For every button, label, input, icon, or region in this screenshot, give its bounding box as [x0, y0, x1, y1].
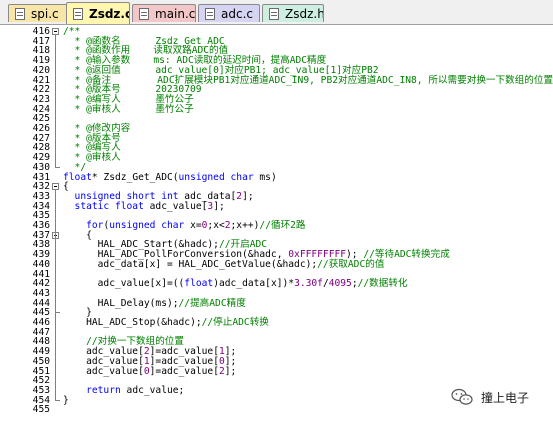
- wechat-logo-icon: [451, 388, 473, 405]
- code-text: adc_data[x] = HAL_ADC_GetValue(&hadc);//…: [63, 258, 385, 270]
- code-token: ];: [242, 190, 254, 202]
- code-token: ];: [224, 365, 237, 377]
- code-token: ms): [253, 171, 277, 183]
- file-icon: [205, 8, 215, 20]
- code-token: x=: [184, 220, 202, 231]
- code-comment: //停止ADC转换: [201, 317, 269, 328]
- code-token: ;x<: [207, 220, 225, 231]
- code-token: adc_value[: [63, 365, 144, 377]
- code-token: ];: [213, 200, 225, 212]
- editor-tab-bar: spi.c Zsdz.c* main.c adc.c Zsdz.h: [0, 0, 553, 25]
- code-line: 434 static float adc_value[3];: [0, 200, 553, 212]
- file-icon: [73, 8, 83, 20]
- line-number: 455: [32, 404, 50, 416]
- watermark-text: 撞上电子: [481, 391, 530, 405]
- tab-zsdz-c[interactable]: Zsdz.c*: [66, 2, 130, 24]
- code-text: HAL_ADC_Stop(&hadc);//停止ADC转换: [63, 318, 269, 328]
- code-text: static float adc_value[3];: [63, 200, 225, 212]
- tab-label: main.c: [155, 7, 196, 21]
- tab-label: spi.c: [31, 7, 59, 21]
- code-line: 442 adc_value[x]=((float)adc_data[x])*3.…: [0, 279, 553, 289]
- code-editor[interactable]: 416/** 417 * @函数名 Zsdz_Get_ADC 418 * @函数作用…: [0, 25, 553, 423]
- code-comment: * @审核人 墨竹公子: [63, 103, 194, 115]
- code-text: adc_value[x]=((float)adc_data[x])*3.30f /…: [63, 279, 408, 289]
- fold-toggle-icon[interactable]: [52, 28, 59, 35]
- file-icon: [15, 8, 25, 20]
- fold-toggle-icon[interactable]: [52, 183, 59, 191]
- code-keyword: unsigned char: [178, 171, 254, 183]
- code-keyword: unsigned char: [109, 220, 185, 231]
- code-token: )adc_data[x])*: [213, 278, 295, 290]
- tab-main-c[interactable]: main.c: [132, 4, 196, 22]
- code-token: ]=adc_value[: [149, 365, 219, 377]
- file-icon: [269, 8, 279, 20]
- code-token: adc_data[x] = HAL_ADC_GetValue(&hadc);: [63, 258, 318, 270]
- file-icon: [139, 8, 149, 20]
- code-text: float* Zsdz_Get_ADC(unsigned char ms): [63, 171, 277, 183]
- code-keyword: static float: [63, 200, 144, 212]
- code-number: 3.30f: [294, 278, 323, 290]
- code-line: 455: [0, 405, 553, 415]
- code-token: * Zsdz_Get_ADC(: [91, 171, 179, 183]
- code-comment: //提高ADC精度: [178, 297, 246, 309]
- tab-adc-c[interactable]: adc.c: [198, 4, 260, 22]
- code-token: }: [63, 394, 69, 406]
- fold-guide-line: [55, 238, 56, 313]
- code-line: 431 float* Zsdz_Get_ADC(unsigned char ms): [0, 171, 553, 183]
- code-line: 451 adc_value[0]=adc_value[2];: [0, 365, 553, 377]
- code-token: HAL_ADC_Stop(&hadc);: [63, 317, 202, 328]
- code-token: ;x++): [230, 220, 260, 231]
- code-line: 446 HAL_ADC_Stop(&hadc);//停止ADC转换: [0, 318, 553, 328]
- code-text: }: [63, 394, 69, 406]
- tab-label: Zsdz.h: [285, 7, 324, 21]
- code-number: 4095: [328, 278, 352, 290]
- code-text: adc_value[0]=adc_value[2];: [63, 365, 237, 377]
- code-text: * @审核人 墨竹公子: [63, 103, 194, 115]
- tab-label: adc.c: [221, 7, 253, 21]
- tab-spi-c[interactable]: spi.c: [8, 4, 68, 22]
- code-token: adc_value[: [143, 200, 208, 212]
- code-text: return adc_value;: [63, 384, 185, 396]
- tab-zsdz-h[interactable]: Zsdz.h: [262, 4, 324, 22]
- tab-label: Zsdz.c*: [89, 7, 129, 21]
- code-comment: //获取ADC的值: [317, 258, 385, 270]
- code-token: adc_value[x]=((: [63, 278, 185, 290]
- code-token: adc_value;: [120, 384, 185, 396]
- code-keyword: float: [184, 278, 214, 290]
- code-text: for(unsigned char x=0;x<2;x++)//循环2路: [63, 220, 306, 231]
- code-comment: //循环2路: [259, 220, 306, 231]
- code-comment: //数据转化: [357, 278, 408, 290]
- code-line: 440 adc_data[x] = HAL_ADC_GetValue(&hadc…: [0, 258, 553, 270]
- code-keyword: return: [63, 384, 121, 396]
- fold-guide-line: [55, 35, 56, 167]
- code-line: 424 * @审核人 墨竹公子: [0, 103, 553, 115]
